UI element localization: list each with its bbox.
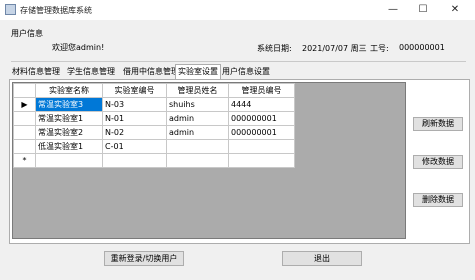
system-date-label: 系统日期: [257,44,292,53]
employee-id-label: 工号: [370,44,389,53]
table-cell[interactable] [228,139,295,154]
row-header[interactable] [13,125,36,140]
divider [11,61,466,62]
table-row[interactable]: ▶ 常温实验室3 N-03 shuihs 4444 [13,97,295,112]
table-cell[interactable] [102,153,167,168]
table-cell[interactable]: N-03 [102,97,167,112]
table-cell[interactable]: N-01 [102,111,167,126]
row-header[interactable] [13,111,36,126]
app-icon [5,4,16,15]
column-header-admin-name[interactable]: 管理员姓名 [166,83,229,98]
table-row[interactable]: 低温实验室1 C-01 [13,139,295,154]
table-row[interactable]: 常温实验室2 N-02 admin 000000001 [13,125,295,140]
row-header[interactable] [13,139,36,154]
tab-strip: 材料信息管理 学生信息管理 借用中信息管理 实验室设置 用户信息设置 [10,64,470,80]
maximize-button[interactable]: ☐ [408,0,438,20]
main-window: 存储管理数据库系统 — ☐ ✕ 用户信息 欢迎您admin! 系统日期: 202… [0,0,475,280]
corner-cell[interactable] [13,83,36,98]
table-cell[interactable] [166,139,229,154]
new-row-indicator[interactable]: * [13,153,36,168]
column-header-lab-id[interactable]: 实验室编号 [102,83,167,98]
table-cell[interactable]: N-02 [102,125,167,140]
minimize-button[interactable]: — [378,0,408,20]
table-cell[interactable] [228,153,295,168]
header-row: 实验室名称 实验室编号 管理员姓名 管理员编号 [13,83,295,98]
column-header-admin-id[interactable]: 管理员编号 [228,83,295,98]
table-cell[interactable]: 常温实验室3 [35,97,103,112]
current-row-indicator[interactable]: ▶ [13,97,36,112]
refresh-data-button[interactable]: 刷新数据 [413,117,463,131]
lab-data-grid[interactable]: 实验室名称 实验室编号 管理员姓名 管理员编号 ▶ 常温实验室3 N-03 sh… [12,82,406,239]
welcome-text: 欢迎您admin! [52,43,105,52]
new-row[interactable]: * [13,153,295,168]
window-title: 存储管理数据库系统 [20,6,92,15]
table-cell[interactable]: 000000001 [228,125,295,140]
table-cell[interactable] [166,153,229,168]
user-info-group-label: 用户信息 [11,29,43,38]
tab-student-info[interactable]: 学生信息管理 [65,65,117,79]
table-cell[interactable]: 常温实验室2 [35,125,103,140]
relogin-switch-user-button[interactable]: 重新登录/切换用户 [104,251,184,266]
tab-borrowing-info[interactable]: 借用中信息管理 [121,65,181,79]
column-header-lab-name[interactable]: 实验室名称 [35,83,103,98]
table-cell[interactable] [35,153,103,168]
lab-table: 实验室名称 实验室编号 管理员姓名 管理员编号 ▶ 常温实验室3 N-03 sh… [13,83,295,168]
lab-settings-panel: 实验室名称 实验室编号 管理员姓名 管理员编号 ▶ 常温实验室3 N-03 sh… [9,79,470,244]
title-bar[interactable]: 存储管理数据库系统 — ☐ ✕ [0,0,475,20]
table-row[interactable]: 常温实验室1 N-01 admin 000000001 [13,111,295,126]
edit-data-button[interactable]: 修改数据 [413,155,463,169]
table-cell[interactable]: 000000001 [228,111,295,126]
table-cell[interactable]: C-01 [102,139,167,154]
table-cell[interactable]: 常温实验室1 [35,111,103,126]
system-date-value: 2021/07/07 周三 [302,44,367,53]
exit-button[interactable]: 退出 [282,251,362,266]
tab-user-settings[interactable]: 用户信息设置 [220,65,272,79]
tab-lab-settings[interactable]: 实验室设置 [175,64,221,80]
table-cell[interactable]: 4444 [228,97,295,112]
table-cell[interactable]: admin [166,111,229,126]
table-cell[interactable]: admin [166,125,229,140]
tab-material-info[interactable]: 材料信息管理 [10,65,62,79]
close-button[interactable]: ✕ [440,0,470,20]
table-cell[interactable]: shuihs [166,97,229,112]
delete-data-button[interactable]: 删除数据 [413,193,463,207]
employee-id-value: 000000001 [399,43,445,52]
table-cell[interactable]: 低温实验室1 [35,139,103,154]
